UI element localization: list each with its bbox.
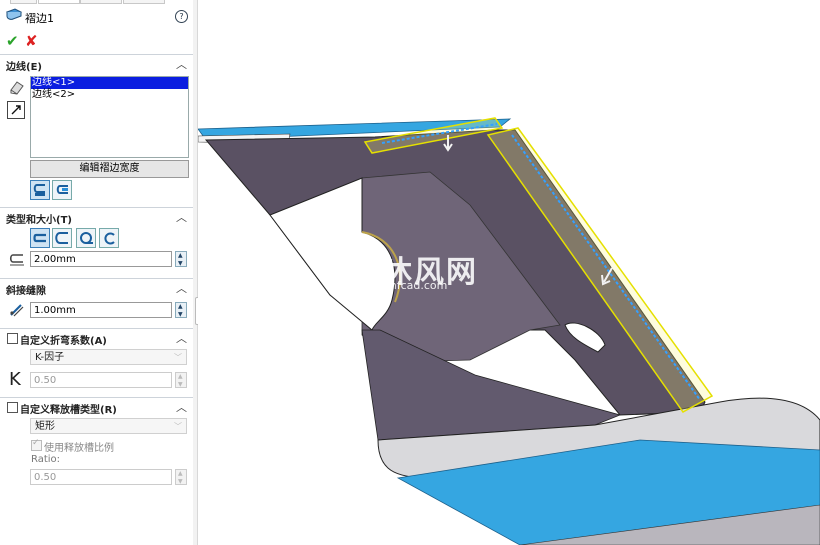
miter-gap-spinner[interactable]: ▲ ▼ <box>175 302 187 318</box>
custom-relief-header[interactable]: 自定义释放槽类型(R) ︿ <box>0 397 193 416</box>
custom-bend-allowance-label: 自定义折弯系数(A) <box>20 336 107 347</box>
material-inside-button[interactable] <box>30 180 50 200</box>
chevron-down-icon: ﹀ <box>174 353 182 362</box>
relief-type-value: 矩形 <box>35 421 55 432</box>
cancel-button[interactable]: ✘ <box>25 32 38 50</box>
miter-gap-section-header[interactable]: 斜接缝隙 ︿ <box>0 278 193 297</box>
flip-direction-icon[interactable] <box>7 101 25 119</box>
feature-title: 褶边1 <box>25 12 54 25</box>
collapse-chevron-icon[interactable]: ︿ <box>176 56 187 72</box>
use-relief-ratio-checkbox[interactable] <box>31 438 42 451</box>
custom-bend-allowance-checkbox[interactable] <box>7 333 18 344</box>
edge-list-item[interactable]: 边线<1> <box>31 77 188 89</box>
ratio-label: Ratio: <box>31 454 61 465</box>
type-size-section-header[interactable]: 类型和大小(T) ︿ <box>0 207 193 226</box>
edge-select-icon <box>8 78 26 99</box>
miter-gap-icon <box>8 302 26 321</box>
miter-gap-section-label: 斜接缝隙 <box>6 286 46 297</box>
bend-allowance-type-select[interactable]: K-因子 ﹀ <box>30 349 187 365</box>
relief-ratio-input[interactable]: 0.50 <box>30 469 172 485</box>
feature-title-row: 褶边1 ? <box>0 6 193 26</box>
hem-feature-icon <box>5 8 23 25</box>
edges-section-label: 边线(E) <box>6 62 42 73</box>
chevron-down-icon: ﹀ <box>174 422 182 431</box>
watermark-logo-icon <box>333 250 375 293</box>
custom-relief-label: 自定义释放槽类型(R) <box>20 405 117 416</box>
edges-section-header[interactable]: 边线(E) ︿ <box>0 54 193 73</box>
k-factor-input[interactable]: 0.50 <box>30 372 172 388</box>
graphics-viewport[interactable] <box>198 0 820 545</box>
sheet-metal-model[interactable] <box>198 0 820 545</box>
help-icon[interactable]: ? <box>175 10 188 23</box>
collapse-chevron-icon[interactable]: ︿ <box>176 330 187 346</box>
use-relief-ratio-label: 使用释放槽比例 <box>44 443 114 454</box>
relief-type-select[interactable]: 矩形 ﹀ <box>30 418 187 434</box>
custom-bend-allowance-header[interactable]: 自定义折弯系数(A) ︿ <box>0 328 193 347</box>
relief-ratio-spinner[interactable]: ▲ ▼ <box>175 469 187 485</box>
tab-configuration-manager[interactable] <box>80 0 122 4</box>
tab-dim-xpert[interactable] <box>123 0 165 4</box>
edges-listbox[interactable]: 边线<1> 边线<2> <box>30 76 189 158</box>
hem-closed-button[interactable] <box>30 228 50 248</box>
custom-relief-checkbox[interactable] <box>7 402 18 413</box>
hem-length-input[interactable]: 2.00mm <box>30 251 172 267</box>
edit-hem-width-button[interactable]: 编辑褶边宽度 <box>30 160 189 178</box>
manager-tabs <box>0 0 193 4</box>
hem-open-button[interactable] <box>52 228 72 248</box>
edge-list-item[interactable]: 边线<2> <box>31 89 188 101</box>
hem-length-spinner[interactable]: ▲ ▼ <box>175 251 187 267</box>
hem-tear-drop-button[interactable] <box>76 228 96 248</box>
length-icon <box>8 252 26 271</box>
bend-allowance-type-value: K-因子 <box>35 352 65 363</box>
k-factor-label: K <box>9 369 21 390</box>
hem-rolled-button[interactable] <box>99 228 119 248</box>
tab-feature-manager[interactable] <box>10 0 37 4</box>
ok-button[interactable]: ✔ <box>6 32 19 50</box>
watermark-url: mfcad.com <box>386 279 448 292</box>
collapse-chevron-icon[interactable]: ︿ <box>176 399 187 415</box>
bend-outside-button[interactable] <box>52 180 72 200</box>
type-size-section-label: 类型和大小(T) <box>6 215 72 226</box>
miter-gap-input[interactable]: 1.00mm <box>30 302 172 318</box>
tab-property-manager[interactable] <box>38 0 80 4</box>
collapse-chevron-icon[interactable]: ︿ <box>176 280 187 296</box>
collapse-chevron-icon[interactable]: ︿ <box>176 209 187 225</box>
property-manager-panel: 褶边1 ? ✔ ✘ 边线(E) ︿ 边线<1> 边线<2> 编辑褶边宽度 类型和… <box>0 0 194 545</box>
k-factor-spinner[interactable]: ▲ ▼ <box>175 372 187 388</box>
